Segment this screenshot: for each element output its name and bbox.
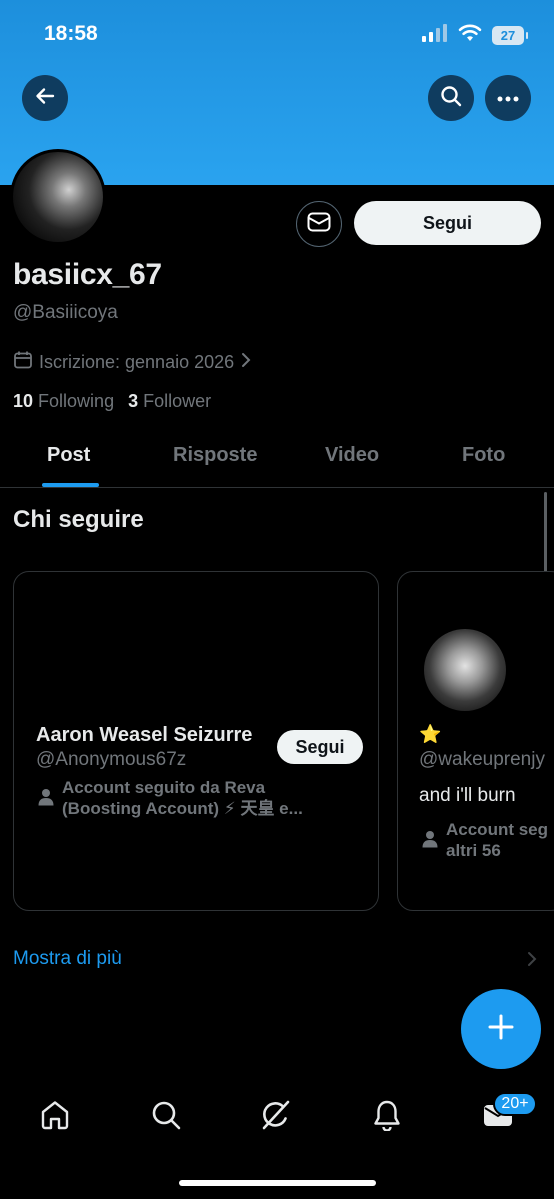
tab-foto[interactable]: Foto: [462, 444, 505, 467]
followers-label: Follower: [143, 391, 212, 411]
message-button[interactable]: [296, 201, 342, 247]
suggestion-name: ⭐: [419, 724, 442, 744]
followed-by-line2: (Boosting Account) ⚡ 天皇 e...: [62, 799, 303, 818]
status-bar: 18:58 27: [0, 0, 554, 70]
display-name: basiicx_67: [13, 258, 162, 291]
tab-post[interactable]: Post: [47, 444, 90, 467]
message-icon: [307, 212, 331, 237]
compose-button[interactable]: [461, 989, 541, 1069]
grok-icon: [259, 1098, 293, 1137]
suggestion-card[interactable]: Aaron Weasel Seizurre @Anonymous67z Segu…: [13, 571, 379, 911]
status-icons: 27: [422, 24, 528, 47]
person-icon: [422, 819, 438, 861]
chevron-right-icon: [240, 352, 252, 373]
following-link[interactable]: 10 Following: [13, 391, 114, 412]
follow-button[interactable]: Segui: [354, 201, 541, 245]
status-time: 18:58: [44, 22, 98, 45]
notifications-icon: [372, 1099, 402, 1136]
profile-avatar[interactable]: [10, 149, 106, 245]
join-date-row[interactable]: Iscrizione: gennaio 2026: [13, 350, 252, 375]
suggestion-bio: and i'll burn: [419, 785, 516, 806]
calendar-icon: [13, 350, 33, 375]
plus-icon: [487, 1013, 515, 1046]
followed-by-line1: Account seg: [446, 820, 549, 839]
tab-risposte[interactable]: Risposte: [173, 444, 257, 467]
followed-by-line1: Account seguito da Reva: [62, 778, 266, 797]
followed-by-row: Account seguito da Reva (Boosting Accoun…: [38, 777, 303, 819]
home-icon: [39, 1099, 71, 1136]
suggestion-handle: @wakeuprenjy: [419, 749, 545, 770]
person-icon: [38, 777, 54, 819]
active-tab-indicator: [42, 483, 99, 487]
messages-badge: 20+: [493, 1092, 537, 1116]
suggestion-follow-button[interactable]: Segui: [277, 730, 363, 764]
suggestion-name: Aaron Weasel Seizurre: [36, 724, 253, 746]
search-icon: [440, 85, 462, 112]
arrow-left-icon: [34, 85, 56, 112]
back-button[interactable]: [22, 75, 68, 121]
nav-notifications[interactable]: [367, 1097, 407, 1137]
following-label: Following: [38, 391, 115, 411]
cellular-signal-icon: [422, 24, 448, 47]
nav-grok[interactable]: [256, 1097, 296, 1137]
followed-by-line2: altri 56: [446, 841, 501, 860]
search-button[interactable]: [428, 75, 474, 121]
profile-handle: @Basiiicoya: [13, 302, 118, 323]
search-icon: [150, 1099, 182, 1136]
tab-video[interactable]: Video: [325, 444, 379, 467]
home-indicator: [179, 1180, 376, 1186]
follow-stats: 10 Following 3 Follower: [13, 391, 211, 412]
suggestion-avatar[interactable]: [424, 629, 506, 711]
suggestion-handle: @Anonymous67z: [36, 749, 187, 770]
join-date: Iscrizione: gennaio 2026: [39, 352, 235, 372]
who-to-follow-title: Chi seguire: [13, 506, 144, 533]
wifi-icon: [458, 24, 482, 47]
chevron-right-icon: [526, 951, 538, 972]
more-button[interactable]: [485, 75, 531, 121]
battery-icon: 27: [492, 26, 528, 45]
more-horizontal-icon: [497, 89, 519, 107]
bottom-nav: [0, 1085, 554, 1147]
suggestion-card[interactable]: ⭐ @wakeuprenjy and i'll burn Account seg…: [397, 571, 554, 911]
followers-link[interactable]: 3 Follower: [128, 391, 211, 412]
nav-search[interactable]: [146, 1097, 186, 1137]
followed-by-row: Account seg altri 56: [422, 819, 548, 861]
nav-home[interactable]: [35, 1097, 75, 1137]
profile-tabs: Post Risposte Video Foto: [0, 430, 554, 488]
battery-level: 27: [492, 26, 524, 45]
following-count: 10: [13, 391, 34, 411]
show-more-link[interactable]: Mostra di più: [13, 948, 122, 970]
followers-count: 3: [128, 391, 139, 411]
